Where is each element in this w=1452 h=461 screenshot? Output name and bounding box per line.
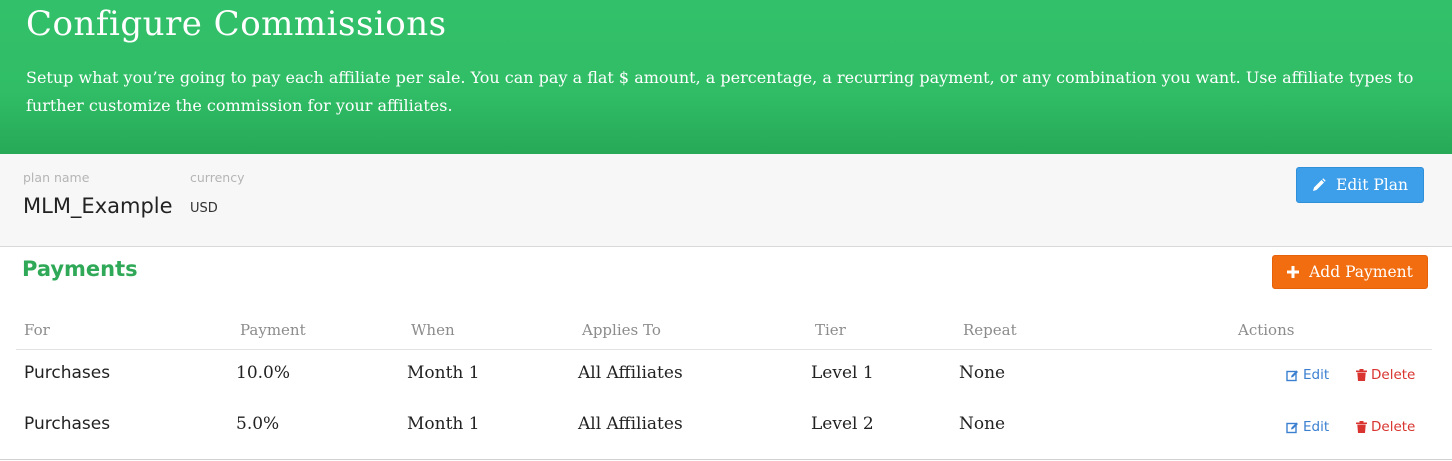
plus-icon — [1287, 266, 1300, 278]
delete-label: Delete — [1371, 419, 1416, 435]
pencil-icon — [1313, 178, 1326, 191]
cell-tier: Level 1 — [811, 363, 874, 383]
payments-title: Payments — [22, 257, 138, 281]
cell-applies-to: All Affiliates — [578, 414, 683, 434]
cell-payment: 5.0% — [236, 414, 280, 434]
currency-value: USD — [190, 201, 218, 216]
cell-tier: Level 2 — [811, 414, 874, 434]
column-header-actions: Actions — [1238, 321, 1295, 339]
edit-payment-link[interactable]: Edit — [1286, 367, 1329, 383]
add-payment-label: Add Payment — [1309, 263, 1413, 281]
plan-name-label: plan name — [23, 170, 90, 185]
delete-payment-link[interactable]: Delete — [1356, 367, 1415, 383]
page-description: Setup what you’re going to pay each affi… — [26, 68, 1414, 115]
page-header: Configure Commissions Setup what you’re … — [0, 0, 1452, 154]
trash-icon — [1356, 421, 1367, 433]
cell-when: Month 1 — [407, 363, 480, 383]
cell-when: Month 1 — [407, 414, 480, 434]
cell-applies-to: All Affiliates — [578, 363, 683, 383]
edit-payment-link[interactable]: Edit — [1286, 419, 1329, 435]
edit-label: Edit — [1303, 419, 1330, 435]
column-header-for: For — [24, 321, 50, 339]
edit-icon — [1286, 370, 1298, 381]
cell-payment: 10.0% — [236, 363, 291, 383]
column-header-applies-to: Applies To — [582, 321, 661, 339]
edit-plan-label: Edit Plan — [1336, 176, 1408, 194]
cell-for: Purchases — [24, 363, 111, 383]
column-header-repeat: Repeat — [963, 321, 1017, 339]
cell-repeat: None — [959, 414, 1006, 434]
delete-label: Delete — [1371, 367, 1416, 383]
cell-repeat: None — [959, 363, 1006, 383]
column-header-when: When — [411, 321, 455, 339]
plan-name-value: MLM_Example — [23, 194, 173, 218]
currency-label: currency — [190, 170, 245, 185]
edit-plan-button[interactable]: Edit Plan — [1296, 167, 1424, 203]
edit-icon — [1286, 422, 1298, 433]
delete-payment-link[interactable]: Delete — [1356, 419, 1415, 435]
trash-icon — [1356, 369, 1367, 381]
cell-for: Purchases — [24, 414, 111, 434]
table-header-divider — [16, 349, 1432, 350]
page-title: Configure Commissions — [26, 4, 447, 44]
edit-label: Edit — [1303, 367, 1330, 383]
add-payment-button[interactable]: Add Payment — [1272, 255, 1428, 289]
plan-info-bar: plan name currency MLM_Example USD — [0, 154, 1452, 247]
column-header-tier: Tier — [815, 321, 846, 339]
column-header-payment: Payment — [240, 321, 306, 339]
table-bottom-divider — [0, 459, 1452, 460]
